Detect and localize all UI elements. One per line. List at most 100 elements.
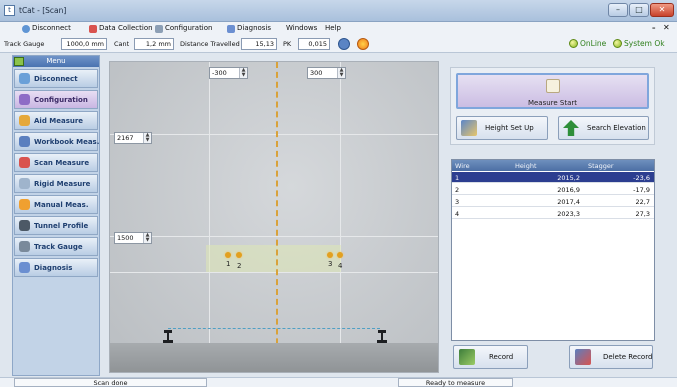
sidebar-item-aid-measure[interactable]: Aid Measure (14, 111, 98, 130)
cell-height: 2016,9 (557, 186, 580, 194)
menu-disconnect[interactable]: Disconnect (22, 23, 71, 34)
window-title: tCat - [Scan] (19, 6, 67, 15)
sidebar-item-manual-meas[interactable]: Manual Meas. (14, 195, 98, 214)
scan-canvas[interactable]: -300 ▲ ▼ 300 ▲ ▼ 2167 ▲ ▼ 1500 ▲ ▼ 1 2 3 4 (109, 61, 439, 373)
online-led-icon (569, 39, 578, 48)
sidebar-item-track-gauge[interactable]: Track Gauge (14, 237, 98, 256)
track-gauge-label: Track Gauge (4, 40, 45, 48)
wire-label: 1 (226, 260, 231, 268)
search-elevation-button[interactable]: Search Elevation (558, 116, 649, 140)
sidebar-item-icon (19, 220, 30, 231)
measure-start-button[interactable]: Measure Start (456, 73, 649, 109)
distance-label: Distance Travelled (180, 40, 240, 48)
delete-record-button[interactable]: Delete Record (569, 345, 653, 369)
sidebar-item-rigid-measure[interactable]: Rigid Measure (14, 174, 98, 193)
stagger-line-left (209, 62, 210, 372)
cell-wire: 1 (455, 174, 460, 182)
system-label: System Ok (624, 39, 665, 48)
menu-disconnect-label: Disconnect (32, 24, 71, 32)
menu-configuration[interactable]: Configuration (155, 23, 212, 34)
online-label: OnLine (580, 39, 607, 48)
menu-help[interactable]: Help (325, 23, 341, 34)
sidebar-item-icon (19, 199, 30, 210)
menu-windows[interactable]: Windows (286, 23, 317, 34)
record-icon (459, 349, 475, 365)
rail-level-line (168, 328, 380, 329)
sidebar-item-label: Track Gauge (34, 242, 83, 251)
wire-marker (225, 252, 231, 258)
up-arrow-icon (563, 120, 579, 136)
menu-configuration-label: Configuration (165, 24, 213, 32)
sidebar-item-disconnect[interactable]: Disconnect (14, 69, 98, 88)
table-row[interactable]: 1 2015,2 -23,6 (452, 172, 654, 183)
record-button[interactable]: Record (453, 345, 528, 369)
height-lower-spinbox[interactable]: 1500 ▲ ▼ (114, 232, 152, 244)
diagnosis-icon (227, 24, 235, 33)
back-arrow-icon[interactable] (14, 57, 24, 66)
menu-data-collection[interactable]: Data Collection (89, 23, 153, 34)
status-left: Scan done (14, 378, 207, 387)
sidebar-item-icon (19, 115, 30, 126)
canvas-background (110, 62, 438, 372)
height-setup-button[interactable]: Height Set Up (456, 116, 548, 140)
sidebar-item-icon (19, 73, 30, 84)
cell-stagger: -17,9 (633, 186, 650, 194)
menu-help-label: Help (325, 24, 341, 32)
record-label: Record (489, 353, 514, 361)
app-icon: t (4, 5, 15, 16)
cant-label: Cant (114, 40, 130, 48)
sidebar-item-label: Aid Measure (34, 116, 84, 125)
stagger-left-spinbox[interactable]: -300 ▲ ▼ (209, 67, 248, 79)
height-setup-label: Height Set Up (485, 124, 534, 132)
spin-arrows-icon[interactable]: ▲ ▼ (143, 133, 151, 143)
pk-label: PK (283, 40, 292, 48)
spin-arrows-icon[interactable]: ▲ ▼ (239, 68, 247, 78)
sidebar-item-workbook-meas[interactable]: Workbook Meas. (14, 132, 99, 151)
spin-arrows-icon[interactable]: ▲ ▼ (337, 68, 345, 78)
sidebar-item-scan-measure[interactable]: Scan Measure (14, 153, 98, 172)
wire-marker (337, 252, 343, 258)
menu-windows-label: Windows (286, 24, 318, 32)
reset-pk-button[interactable] (338, 38, 350, 50)
table-row[interactable]: 3 2017,4 22,7 (452, 196, 654, 207)
sidebar-item-label: Manual Meas. (34, 200, 89, 209)
column-stagger: Stagger (588, 162, 614, 170)
sidebar-item-diagnosis[interactable]: Diagnosis (14, 258, 98, 277)
menu-diagnosis-label: Diagnosis (237, 24, 272, 32)
height-setup-icon (461, 120, 477, 136)
sidebar-item-label: Scan Measure (34, 158, 90, 167)
maximize-button[interactable]: □ (629, 3, 649, 17)
measure-start-label: Measure Start (527, 99, 578, 107)
cell-stagger: 22,7 (635, 198, 650, 206)
sidebar-item-tunnel-profile[interactable]: Tunnel Profile (14, 216, 98, 235)
cell-height: 2023,3 (557, 210, 580, 218)
height-upper-value: 2167 (117, 134, 134, 142)
stagger-line-right (340, 62, 341, 372)
menu-diagnosis[interactable]: Diagnosis (227, 23, 271, 34)
sidebar-item-configuration[interactable]: Configuration (14, 90, 98, 109)
cant-field: 1,2 mm (134, 38, 174, 50)
system-status: System Ok (613, 39, 665, 48)
column-height: Height (515, 162, 537, 170)
sun-icon[interactable] (357, 38, 369, 50)
close-button[interactable]: ✕ (650, 3, 674, 17)
stagger-right-spinbox[interactable]: 300 ▲ ▼ (307, 67, 346, 79)
height-lower-value: 1500 (117, 234, 134, 242)
table-row[interactable]: 2 2016,9 -17,9 (452, 184, 654, 195)
sidebar-item-icon (19, 136, 30, 147)
menu-data-collection-label: Data Collection (99, 24, 153, 32)
height-line-upper (110, 134, 438, 135)
table-row[interactable]: 4 2023,3 27,3 (452, 208, 654, 219)
cell-wire: 2 (455, 186, 460, 194)
minimize-button[interactable]: – (608, 3, 628, 17)
mdi-minimize-button[interactable]: – (652, 24, 656, 32)
sidebar-item-icon (19, 94, 30, 105)
cell-height: 2017,4 (557, 198, 580, 206)
height-upper-spinbox[interactable]: 2167 ▲ ▼ (114, 132, 152, 144)
mdi-close-button[interactable]: ✕ (663, 23, 670, 32)
sidebar-item-label: Diagnosis (34, 263, 73, 272)
wrench-icon (155, 24, 163, 33)
spin-arrows-icon[interactable]: ▲ ▼ (143, 233, 151, 243)
height-line-lower (110, 236, 438, 237)
disconnect-icon (22, 24, 30, 33)
